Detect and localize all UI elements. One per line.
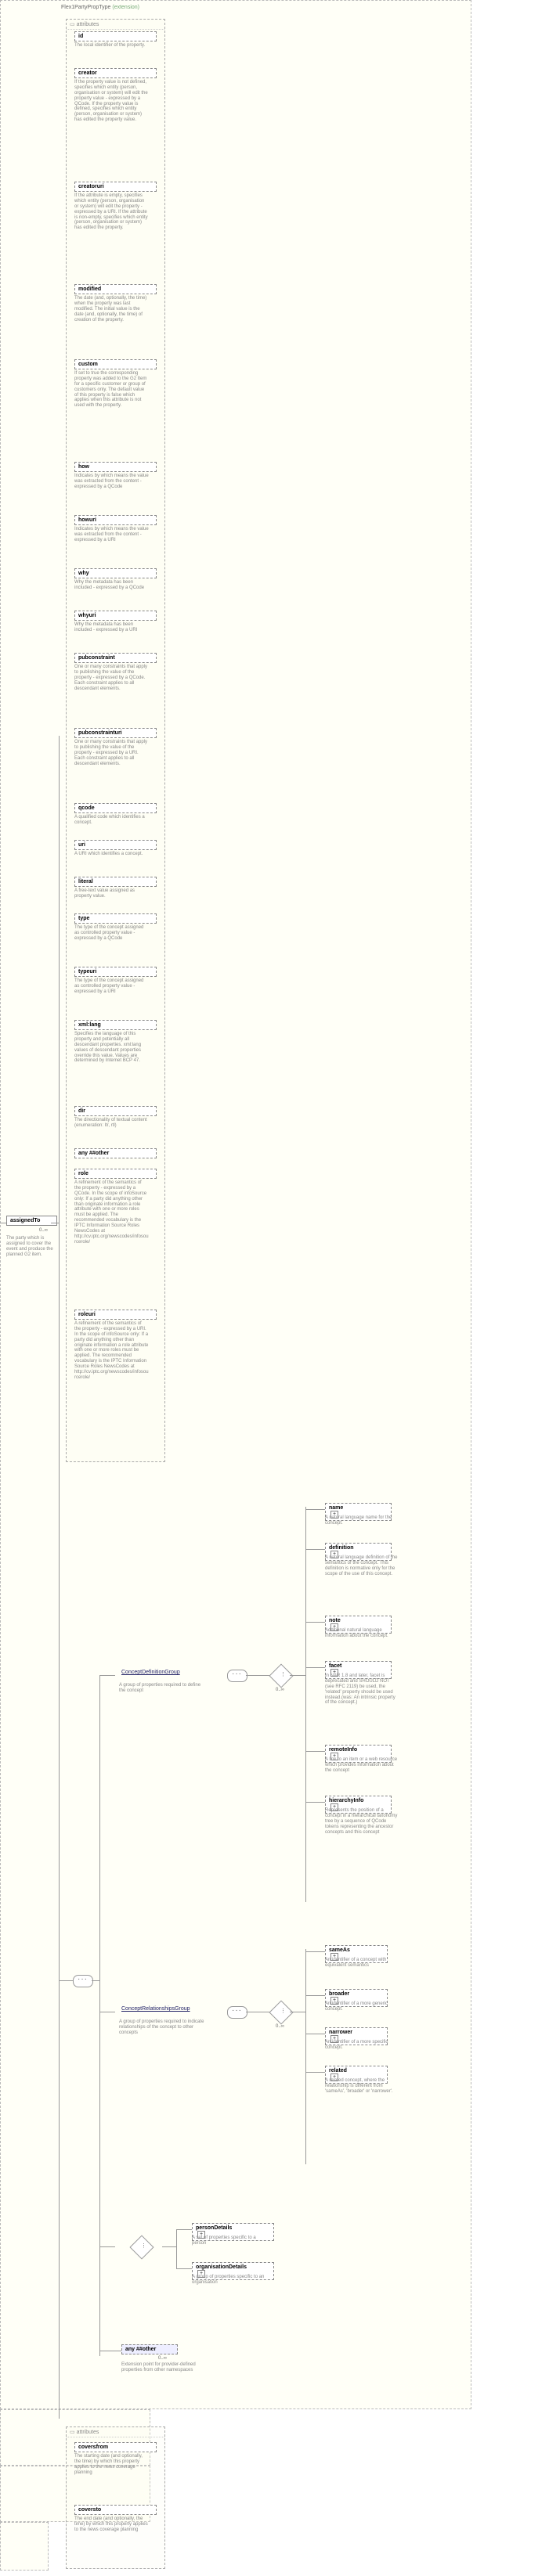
attr-desc: A refinement of the semantics of the pro… (74, 1180, 149, 1245)
attr-how[interactable]: how (74, 462, 157, 472)
attr-desc: The local identifier of the property. (74, 43, 145, 49)
attr-desc: One or many constraints that apply to pu… (74, 740, 149, 766)
attr-desc: Specifies the language of this property … (74, 1032, 149, 1064)
desc: Represents the position of a concept in … (325, 1808, 399, 1835)
desc: A natural language name for the concept. (325, 1515, 399, 1526)
desc: A group of properties specific to an org… (192, 2275, 270, 2286)
attr-creatoruri[interactable]: creatoruri (74, 182, 157, 192)
attr-xml-lang[interactable]: xml:lang (74, 1020, 157, 1030)
attr-desc: A refinement of the semantics of the pro… (74, 1321, 149, 1381)
attr-why[interactable]: why (74, 568, 157, 578)
element-any-other[interactable]: any ##other (121, 2344, 178, 2354)
desc: A set of properties specific to a person (192, 2236, 270, 2246)
desc: A link to an item or a web resource whic… (325, 1757, 399, 1774)
attr-desc: If the property value is not defined, sp… (74, 80, 149, 123)
sequence-main (73, 1975, 93, 1987)
desc-any-other: Extension point for provider-defined pro… (121, 2362, 200, 2373)
attr-creator[interactable]: creator (74, 68, 157, 78)
attr-coversfrom[interactable]: coversfrom (74, 2442, 157, 2452)
attr-header-bottom: attributes (67, 2427, 164, 2437)
attr-desc: Why the metadata has been included - exp… (74, 622, 149, 633)
group-cdg-desc: A group of properties required to define… (119, 1683, 205, 1694)
attr-coversto[interactable]: coversto (74, 2505, 157, 2515)
choice-tail-box (0, 2522, 49, 2571)
attr-desc: Indicates by which means the value was e… (74, 527, 149, 543)
occurrence: 0..∞ (39, 1228, 48, 1233)
attr-desc: Why the metadata has been included - exp… (74, 580, 149, 591)
attr-dir[interactable]: dir (74, 1106, 157, 1116)
attr-qcode[interactable]: qcode (74, 803, 157, 813)
attr-desc: Indicates by which means the value was e… (74, 474, 149, 490)
attr-desc: The type of the concept assigned as cont… (74, 978, 149, 995)
attr-desc: A URI which identifies a concept. (74, 852, 143, 857)
attr-type[interactable]: type (74, 913, 157, 924)
desc: In NAR 1.8 and later, facet is deprecate… (325, 1673, 399, 1706)
sequence-crg (227, 2006, 247, 2019)
attr-desc: A free-text value assigned as property v… (74, 888, 149, 899)
group-crg-desc: A group of properties required to indica… (119, 2019, 205, 2036)
attr-id[interactable]: id (74, 31, 157, 41)
desc: An identifier of a more generic concept. (325, 2001, 399, 2012)
attr-desc: The starting date (and optionally, the t… (74, 2454, 149, 2476)
desc: An identifier of a more specific concept… (325, 2040, 399, 2051)
desc: Additional natural language information … (325, 1628, 399, 1639)
attr-desc: If set to true the corresponding propert… (74, 371, 149, 409)
group-crg-label[interactable]: ConceptRelationshipsGroup (121, 2006, 190, 2012)
attr-uri[interactable]: uri (74, 840, 157, 850)
occurrence: 0..∞ (276, 1688, 284, 1692)
desc: A related concept, where the relationshi… (325, 2078, 399, 2095)
desc: An identifier of a concept with equivale… (325, 1958, 399, 1969)
attr-desc: The end date (and optionally, the time) … (74, 2517, 149, 2533)
attr-header: attributes (67, 20, 164, 30)
attr-desc: The directionality of textual content (e… (74, 1118, 149, 1129)
desc: A natural language definition of the sem… (325, 1555, 399, 1577)
attr-howuri[interactable]: howuri (74, 515, 157, 525)
type-title: Flex1PartyPropType (extension) (61, 5, 139, 10)
attr-modified[interactable]: modified (74, 284, 157, 294)
attr-desc: The date (and, optionally, the time) whe… (74, 296, 149, 322)
attr-pubconstrainturi[interactable]: pubconstrainturi (74, 728, 157, 738)
attr-role[interactable]: role (74, 1169, 157, 1179)
attr-typeuri[interactable]: typeuri (74, 967, 157, 977)
attr-desc: One or many constraints that apply to pu… (74, 665, 149, 691)
attr-roleuri[interactable]: roleuri (74, 1310, 157, 1320)
attr-whyuri[interactable]: whyuri (74, 611, 157, 621)
occurrence: 0..∞ (158, 2356, 167, 2361)
element-assignedTo[interactable]: assignedTo (6, 1216, 57, 1226)
attr-desc: The type of the concept assigned as cont… (74, 925, 149, 942)
attr-custom[interactable]: custom (74, 359, 157, 369)
attr-pubconstraint[interactable]: pubconstraint (74, 653, 157, 663)
attr-literal[interactable]: literal (74, 877, 157, 887)
attr-any---other[interactable]: any ##other (74, 1148, 157, 1158)
desc-assignedTo: The party which is assigned to cover the… (6, 1236, 60, 1258)
sequence-cdg (227, 1670, 247, 1682)
attr-desc: A qualified code which identifies a conc… (74, 815, 149, 826)
occurrence: 0..∞ (276, 2024, 284, 2029)
attr-desc: If the attribute is empty, specifies whi… (74, 193, 149, 231)
group-cdg-label[interactable]: ConceptDefinitionGroup (121, 1670, 180, 1675)
